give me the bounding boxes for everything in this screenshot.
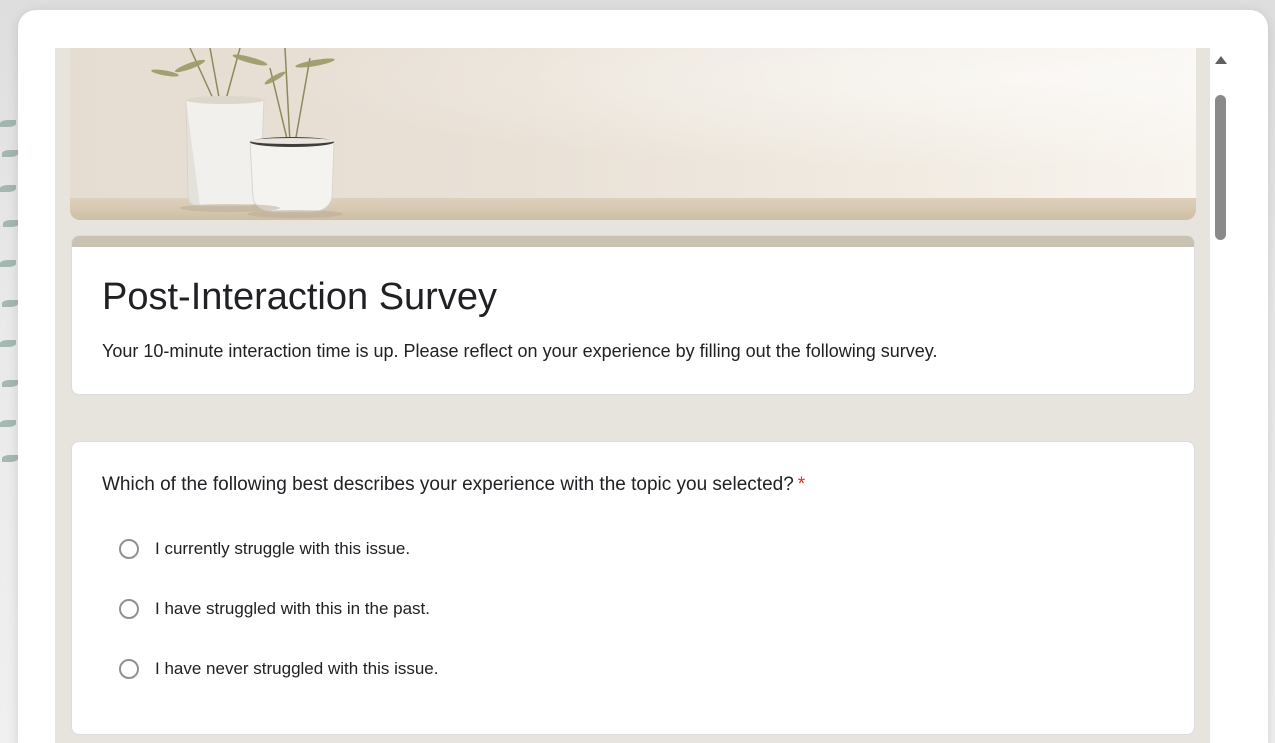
- header-accent-bar: [72, 236, 1194, 247]
- question-card: Which of the following best describes yo…: [71, 441, 1195, 735]
- form-viewport: Post-Interaction Survey Your 10-minute i…: [55, 48, 1210, 743]
- radio-option-struggled-past[interactable]: I have struggled with this in the past.: [119, 594, 430, 624]
- option-label: I currently struggle with this issue.: [155, 539, 411, 558]
- radio-unchecked-icon[interactable]: [119, 599, 139, 619]
- radio-option-never-struggled[interactable]: I have never struggled with this issue.: [119, 654, 438, 684]
- radio-unchecked-icon[interactable]: [119, 659, 139, 679]
- question-text: Which of the following best describes yo…: [102, 474, 794, 495]
- form-description: Your 10-minute interaction time is up. P…: [102, 341, 938, 361]
- form-title: Post-Interaction Survey: [102, 276, 497, 318]
- vertical-scrollbar[interactable]: [1210, 48, 1232, 743]
- plant-pots-illustration: [151, 48, 343, 218]
- radio-unchecked-icon[interactable]: [119, 539, 139, 559]
- question-title: Which of the following best describes yo…: [102, 474, 805, 496]
- triangle-up-icon[interactable]: [1215, 56, 1227, 64]
- survey-dialog: Post-Interaction Survey Your 10-minute i…: [18, 10, 1268, 743]
- scrollbar-thumb[interactable]: [1215, 95, 1226, 240]
- background-leaves-decoration: [0, 100, 20, 480]
- required-asterisk: *: [797, 474, 806, 495]
- option-label: I have struggled with this in the past.: [155, 599, 430, 618]
- header-banner-image: [70, 48, 1196, 220]
- option-label: I have never struggled with this issue.: [155, 659, 439, 678]
- form-header-card: Post-Interaction Survey Your 10-minute i…: [71, 235, 1195, 395]
- radio-option-currently-struggle[interactable]: I currently struggle with this issue.: [119, 534, 410, 564]
